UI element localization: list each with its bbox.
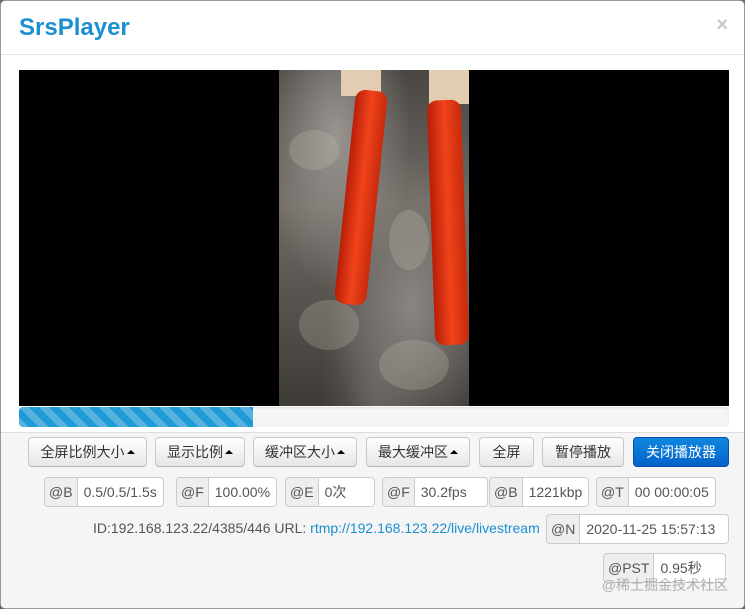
stat-fullscreen-ratio: @F 100.00%: [176, 477, 278, 507]
caret-up-icon: [225, 450, 233, 455]
pause-label: 暂停播放: [555, 444, 611, 460]
stat-time: @T 00 00:00:05: [596, 477, 716, 507]
stat-now: @N 2020-11-25 15:57:13: [546, 514, 730, 544]
stat-label: @B: [489, 477, 523, 507]
close-icon[interactable]: ×: [716, 15, 728, 35]
stat-label: @B: [44, 477, 78, 507]
max-buffer-dropdown[interactable]: 最大缓冲区: [366, 437, 470, 467]
stat-bitrate: @B 1221kbp: [489, 477, 590, 507]
stat-errors: @E 0次: [285, 477, 375, 507]
stream-id-text: ID:192.168.123.22/4385/446 URL:: [93, 520, 311, 536]
caret-up-icon: [337, 450, 345, 455]
stat-label: @F: [382, 477, 415, 507]
stream-url-link[interactable]: rtmp://192.168.123.22/live/livestream: [310, 520, 540, 536]
fullscreen-ratio-dropdown[interactable]: 全屏比例大小: [28, 437, 147, 467]
stat-value: 0.5/0.5/1.5s: [77, 477, 164, 507]
buffer-size-dropdown[interactable]: 缓冲区大小: [253, 437, 357, 467]
stat-fps: @F 30.2fps: [382, 477, 488, 507]
buffer-size-label: 缓冲区大小: [265, 444, 335, 460]
stat-value: 2020-11-25 15:57:13: [580, 514, 730, 544]
fullscreen-label: 全屏: [492, 444, 521, 460]
buffer-progress-bar: [19, 407, 729, 427]
caret-up-icon: [126, 450, 135, 455]
fullscreen-button[interactable]: 全屏: [479, 437, 534, 467]
stat-label: @F: [176, 477, 209, 507]
stat-label: @T: [596, 477, 629, 507]
stat-value: 1221kbp: [522, 477, 590, 507]
stat-value: 0次: [318, 477, 375, 507]
display-ratio-dropdown[interactable]: 显示比例: [155, 437, 245, 467]
fullscreen-ratio-label: 全屏比例大小: [40, 444, 125, 460]
caret-up-icon: [450, 450, 458, 455]
display-ratio-label: 显示比例: [167, 444, 223, 460]
video-player[interactable]: [19, 70, 729, 406]
modal-title: SrsPlayer: [19, 14, 130, 41]
max-buffer-label: 最大缓冲区: [378, 444, 448, 460]
stat-value: 00 00:00:05: [628, 477, 716, 507]
stat-value: 100.00%: [208, 477, 278, 507]
srs-player-modal: SrsPlayer × 全屏比例大小 显示比例 缓冲区大小 最大缓冲区 全屏 暂…: [0, 0, 745, 609]
close-player-button[interactable]: 关闭播放器: [633, 437, 729, 467]
modal-header: SrsPlayer ×: [1, 1, 744, 55]
watermark: @稀土掘金技术社区: [601, 577, 728, 593]
pause-button[interactable]: 暂停播放: [542, 437, 624, 467]
stat-buffer: @B 0.5/0.5/1.5s: [44, 477, 164, 507]
stat-label: @N: [546, 514, 581, 544]
stream-info: ID:192.168.123.22/4385/446 URL: rtmp://1…: [93, 520, 540, 536]
stat-label: @E: [285, 477, 319, 507]
close-player-label: 关闭播放器: [646, 444, 716, 460]
video-frame: [279, 70, 469, 406]
stat-value: 30.2fps: [414, 477, 488, 507]
buffer-progress-fill: [19, 407, 254, 427]
